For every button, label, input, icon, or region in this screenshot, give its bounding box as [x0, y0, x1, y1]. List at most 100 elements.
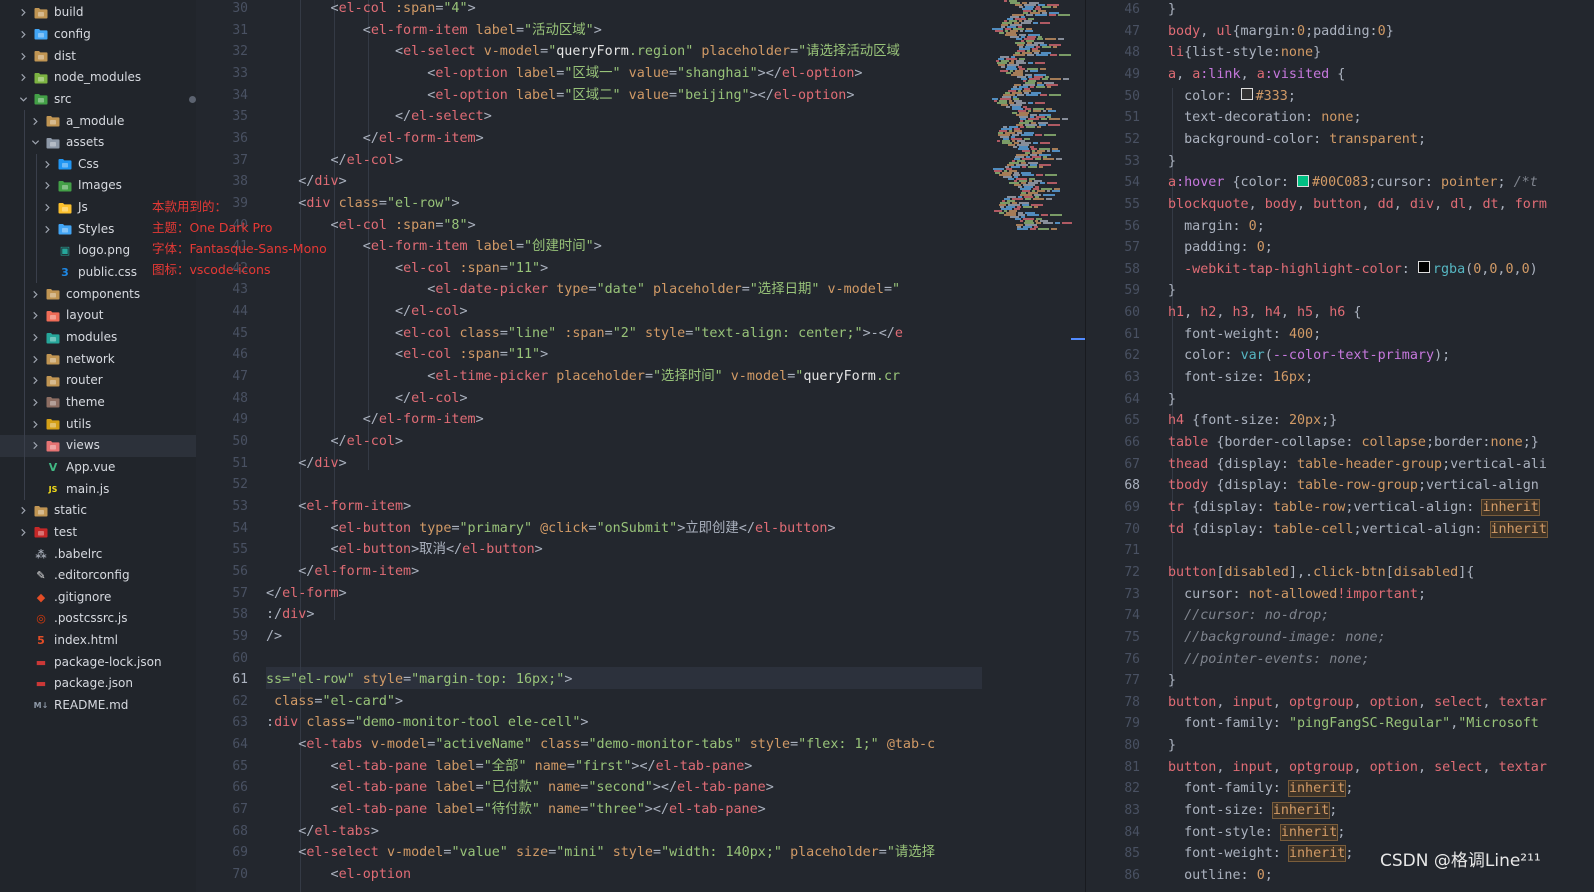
chevron-right-icon[interactable]: [42, 203, 52, 213]
code-line[interactable]: </el-form-item>: [266, 561, 419, 583]
code-line[interactable]: <el-time-picker placeholder="选择时间" v-mod…: [266, 366, 900, 388]
code-line[interactable]: font-weight: 400;: [1168, 324, 1321, 346]
folder-item-src[interactable]: src: [0, 89, 196, 111]
file-item-index-html[interactable]: 5 index.html: [0, 630, 196, 652]
folder-item-test[interactable]: test: [0, 522, 196, 544]
folder-item-views[interactable]: views: [0, 435, 196, 457]
file-item-postcssrc-js[interactable]: ◎ .postcssrc.js: [0, 608, 196, 630]
folder-item-network[interactable]: network: [0, 348, 196, 370]
folder-item-router[interactable]: router: [0, 370, 196, 392]
code-line[interactable]: <el-form-item>: [266, 496, 411, 518]
chevron-right-icon[interactable]: [30, 289, 40, 299]
code-line[interactable]: tbody {display: table-row-group;vertical…: [1168, 475, 1539, 497]
code-line[interactable]: </div>: [266, 171, 346, 193]
code-line[interactable]: </el-form-item>: [266, 128, 484, 150]
code-line[interactable]: <el-tab-pane label="已付款" name="second"><…: [266, 777, 773, 799]
file-item-readme-md[interactable]: M↓ README.md: [0, 695, 196, 717]
file-item-editorconfig[interactable]: ✎ .editorconfig: [0, 565, 196, 587]
code-line[interactable]: //pointer-events: none;: [1168, 649, 1369, 671]
code-line[interactable]: background-color: transparent;: [1168, 129, 1426, 151]
folder-item-static[interactable]: static: [0, 500, 196, 522]
code-line[interactable]: ss="el-row" style="margin-top: 16px;">: [266, 669, 572, 691]
code-line[interactable]: <el-tabs v-model="activeName" class="dem…: [266, 734, 935, 756]
chevron-right-icon[interactable]: [18, 73, 28, 83]
code-line[interactable]: <el-option label="区域二" value="beijing"><…: [266, 85, 854, 107]
code-line[interactable]: tr {display: table-row;vertical-align: i…: [1168, 497, 1540, 519]
code-line[interactable]: <el-select v-model="queryForm.region" pl…: [266, 41, 900, 63]
code-area-right[interactable]: } body, ul{margin:0;padding:0} li{list-sty…: [1168, 0, 1594, 892]
code-line[interactable]: outline: 0;: [1168, 865, 1273, 887]
code-line[interactable]: <el-button type="primary" @click="onSubm…: [266, 518, 835, 540]
color-swatch-icon[interactable]: [1297, 174, 1309, 187]
chevron-right-icon[interactable]: [42, 224, 52, 234]
code-line[interactable]: </el-col>: [266, 150, 403, 172]
chevron-right-icon[interactable]: [30, 311, 40, 321]
chevron-right-icon[interactable]: [42, 159, 52, 169]
code-line[interactable]: button, input, optgroup, option, select,…: [1168, 692, 1547, 714]
folder-item-dist[interactable]: dist: [0, 45, 196, 67]
folder-item-a-module[interactable]: a_module: [0, 110, 196, 132]
code-line[interactable]: <el-option: [266, 864, 411, 886]
chevron-right-icon[interactable]: [18, 8, 28, 18]
code-area-left[interactable]: <el-col :span="4"> <el-form-item label="…: [266, 0, 982, 892]
code-line[interactable]: button, input, optgroup, option, select,…: [1168, 757, 1547, 779]
code-line[interactable]: font-family: "pingFangSC-Regular","Micro…: [1168, 713, 1539, 735]
file-item-package-json[interactable]: ▬ package.json: [0, 673, 196, 695]
folder-item-node-modules[interactable]: node_modules: [0, 67, 196, 89]
file-item-gitignore[interactable]: ◆ .gitignore: [0, 587, 196, 609]
code-line[interactable]: :/div>: [266, 604, 314, 626]
code-line[interactable]: font-weight: inherit;: [1168, 843, 1353, 865]
code-line[interactable]: h4 {font-size: 20px;}: [1168, 410, 1337, 432]
code-line[interactable]: </el-col>: [266, 431, 403, 453]
code-line[interactable]: table {border-collapse: collapse;border:…: [1168, 432, 1539, 454]
code-line[interactable]: margin: 0;: [1168, 216, 1265, 238]
chevron-right-icon[interactable]: [30, 397, 40, 407]
code-line[interactable]: <el-tab-pane label="待付款" name="three"></…: [266, 799, 765, 821]
code-line[interactable]: </el-form-item>: [266, 409, 484, 431]
code-line[interactable]: color: #333;: [1168, 86, 1296, 108]
file-item-package-lock-json[interactable]: ▬ package-lock.json: [0, 652, 196, 674]
code-line[interactable]: <el-form-item label="活动区域">: [266, 20, 602, 42]
code-line[interactable]: font-style: inherit;: [1168, 822, 1345, 844]
chevron-right-icon[interactable]: [42, 181, 52, 191]
code-line[interactable]: h1, h2, h3, h4, h5, h6 {: [1168, 302, 1362, 324]
code-line[interactable]: </el-form>: [266, 583, 347, 605]
code-line[interactable]: <el-col :span="11">: [266, 344, 548, 366]
folder-item-images[interactable]: Images: [0, 175, 196, 197]
code-line[interactable]: <el-col class="line" :span="2" style="te…: [266, 323, 903, 345]
folder-item-utils[interactable]: utils: [0, 413, 196, 435]
chevron-right-icon[interactable]: [30, 441, 40, 451]
folder-item-css[interactable]: Css: [0, 154, 196, 176]
folder-item-theme[interactable]: theme: [0, 392, 196, 414]
editor-pane-left[interactable]: 30 31 32 33 34 35 36 37 38 39 40 41 42 43 44 45 46 47 48 49…: [196, 0, 1072, 892]
scrollbar-marker[interactable]: [1071, 338, 1085, 340]
code-line[interactable]: }: [1168, 151, 1176, 173]
folder-item-layout[interactable]: layout: [0, 305, 196, 327]
folder-item-modules[interactable]: modules: [0, 327, 196, 349]
code-line[interactable]: }: [1168, 670, 1176, 692]
code-line[interactable]: thead {display: table-header-group;verti…: [1168, 454, 1547, 476]
chevron-right-icon[interactable]: [18, 29, 28, 39]
code-line[interactable]: button[disabled],.click-btn[disabled]{: [1168, 562, 1474, 584]
code-line[interactable]: </el-col>: [266, 301, 468, 323]
code-line[interactable]: //cursor: no-drop;: [1168, 605, 1329, 627]
code-line[interactable]: font-size: inherit;: [1168, 800, 1337, 822]
folder-item-config[interactable]: config: [0, 24, 196, 46]
code-line[interactable]: }: [1168, 735, 1176, 757]
code-line[interactable]: <el-select v-model = "value" size = "mini" s…: [266, 842, 935, 864]
code-line[interactable]: :div class="demo-monitor-tool ele-cell">: [266, 712, 588, 734]
file-item-app-vue[interactable]: V App.vue: [0, 457, 196, 479]
file-item-main-js[interactable]: JS main.js: [0, 478, 196, 500]
code-line[interactable]: li{list-style:none}: [1168, 42, 1321, 64]
code-line[interactable]: </el-tabs>: [266, 821, 379, 843]
code-line[interactable]: font-family: inherit;: [1168, 778, 1353, 800]
minimap[interactable]: [988, 0, 1072, 240]
code-line[interactable]: </el-select>: [266, 106, 492, 128]
chevron-right-icon[interactable]: [30, 354, 40, 364]
code-line[interactable]: <el-col :span="4">: [266, 0, 475, 20]
code-line[interactable]: -webkit-tap-highlight-color: rgba(0,0,0,…: [1168, 259, 1538, 281]
folder-item-build[interactable]: build: [0, 2, 196, 24]
folder-item-assets[interactable]: assets: [0, 132, 196, 154]
code-line[interactable]: a:hover {color: #00C083;cursor: pointer;…: [1168, 172, 1538, 194]
chevron-right-icon[interactable]: [30, 376, 40, 386]
